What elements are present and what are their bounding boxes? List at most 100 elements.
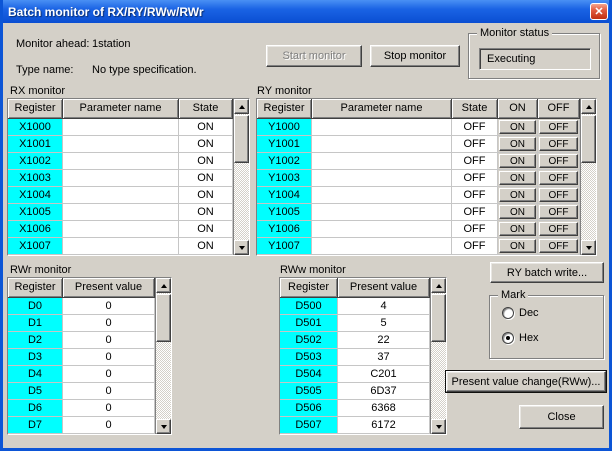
parameter-name-cell — [312, 153, 452, 170]
state-cell: ON — [179, 153, 233, 170]
ry-on-button[interactable]: ON — [499, 171, 536, 185]
table-row: D70 — [8, 417, 155, 434]
hex-radio-row[interactable]: Hex — [502, 332, 539, 344]
ry-off-button[interactable]: OFF — [539, 188, 578, 202]
parameter-name-cell — [63, 153, 179, 170]
state-cell: ON — [179, 221, 233, 238]
stop-monitor-button[interactable]: Stop monitor — [370, 45, 460, 67]
column-header: Register — [257, 99, 312, 119]
rww-monitor-table: Register Present value D5004D5015D50222D… — [279, 277, 447, 435]
scroll-down-icon[interactable] — [431, 419, 446, 434]
state-cell: OFF — [452, 119, 498, 136]
present-value-cell: 6368 — [338, 400, 430, 417]
register-cell: X1000 — [8, 119, 63, 136]
dec-radio-row[interactable]: Dec — [502, 307, 539, 319]
ry-off-button[interactable]: OFF — [539, 120, 578, 134]
title-bar[interactable]: Batch monitor of RX/RY/RWw/RWr ✕ — [0, 0, 612, 23]
table-row: X1001ON — [8, 136, 233, 153]
register-cell: Y1006 — [257, 221, 312, 238]
scroll-up-icon[interactable] — [234, 99, 249, 114]
state-cell: ON — [179, 136, 233, 153]
present-value-cell: 37 — [338, 349, 430, 366]
register-cell: Y1003 — [257, 170, 312, 187]
register-cell: D503 — [280, 349, 338, 366]
scroll-up-icon[interactable] — [156, 278, 171, 293]
scroll-thumb[interactable] — [431, 294, 446, 342]
table-row: D50337 — [280, 349, 430, 366]
table-row: Y1006OFFONOFF — [257, 221, 580, 238]
register-cell: X1007 — [8, 238, 63, 255]
ry-on-button[interactable]: ON — [499, 239, 536, 253]
register-cell: D2 — [8, 332, 63, 349]
ry-batch-write-button[interactable]: RY batch write... — [490, 262, 604, 283]
table-row: D30 — [8, 349, 155, 366]
table-row: X1006ON — [8, 221, 233, 238]
register-cell: X1003 — [8, 170, 63, 187]
ry-off-button[interactable]: OFF — [539, 171, 578, 185]
state-cell: ON — [179, 187, 233, 204]
ry-on-button[interactable]: ON — [499, 154, 536, 168]
scroll-thumb[interactable] — [156, 294, 171, 342]
table-row: X1000ON — [8, 119, 233, 136]
table-row: D00 — [8, 298, 155, 315]
hex-radio[interactable] — [502, 332, 514, 344]
ry-on-button[interactable]: ON — [499, 137, 536, 151]
ry-off: OFF — [538, 187, 580, 204]
register-cell: Y1001 — [257, 136, 312, 153]
state-cell: ON — [179, 204, 233, 221]
scroll-thumb[interactable] — [581, 115, 596, 163]
present-value-cell: 0 — [63, 417, 155, 434]
scroll-down-icon[interactable] — [156, 419, 171, 434]
ry-off-button[interactable]: OFF — [539, 239, 578, 253]
scroll-up-icon[interactable] — [581, 99, 596, 114]
ry-off-button[interactable]: OFF — [539, 205, 578, 219]
ry-off: OFF — [538, 238, 580, 255]
rwr-body: D00D10D20D30D40D50D60D70 — [8, 298, 155, 434]
close-icon[interactable]: ✕ — [590, 3, 608, 20]
rx-monitor-title: RX monitor — [10, 85, 65, 97]
ry-on-button[interactable]: ON — [499, 120, 536, 134]
table-row: D60 — [8, 400, 155, 417]
rww-scrollbar[interactable] — [430, 278, 446, 434]
register-cell: D507 — [280, 417, 338, 434]
column-header: Register — [8, 278, 63, 298]
present-value-change-button[interactable]: Present value change(RWw)... — [446, 371, 606, 392]
dec-radio[interactable] — [502, 307, 514, 319]
parameter-name-cell — [63, 170, 179, 187]
ry-on: ON — [498, 221, 538, 238]
scroll-down-icon[interactable] — [234, 240, 249, 255]
start-monitor-button[interactable]: Start monitor — [266, 45, 362, 67]
column-header: ON — [498, 99, 538, 119]
parameter-name-cell — [63, 238, 179, 255]
scroll-down-icon[interactable] — [581, 240, 596, 255]
register-cell: D1 — [8, 315, 63, 332]
mark-group: Mark Dec Hex — [489, 295, 604, 359]
close-button[interactable]: Close — [519, 405, 604, 429]
parameter-name-cell — [312, 221, 452, 238]
table-row: Y1003OFFONOFF — [257, 170, 580, 187]
present-value-cell: 4 — [338, 298, 430, 315]
state-cell: OFF — [452, 204, 498, 221]
state-cell: OFF — [452, 153, 498, 170]
register-cell: X1004 — [8, 187, 63, 204]
register-cell: Y1005 — [257, 204, 312, 221]
ry-off-button[interactable]: OFF — [539, 154, 578, 168]
ry-on-button[interactable]: ON — [499, 222, 536, 236]
ry-off: OFF — [538, 204, 580, 221]
rx-header: Register Parameter name State — [8, 99, 233, 119]
scroll-thumb[interactable] — [234, 115, 249, 163]
ry-on-button[interactable]: ON — [499, 205, 536, 219]
ry-on-button[interactable]: ON — [499, 188, 536, 202]
table-row: D5015 — [280, 315, 430, 332]
column-header: OFF — [538, 99, 580, 119]
ry-off-button[interactable]: OFF — [539, 222, 578, 236]
ry-scrollbar[interactable] — [580, 99, 596, 255]
rwr-scrollbar[interactable] — [155, 278, 171, 434]
rww-monitor-title: RWw monitor — [280, 264, 346, 276]
scroll-up-icon[interactable] — [431, 278, 446, 293]
rx-body: X1000ONX1001ONX1002ONX1003ONX1004ONX1005… — [8, 119, 233, 255]
rx-scrollbar[interactable] — [233, 99, 249, 255]
state-cell: OFF — [452, 238, 498, 255]
ry-off-button[interactable]: OFF — [539, 137, 578, 151]
present-value-cell: 5 — [338, 315, 430, 332]
